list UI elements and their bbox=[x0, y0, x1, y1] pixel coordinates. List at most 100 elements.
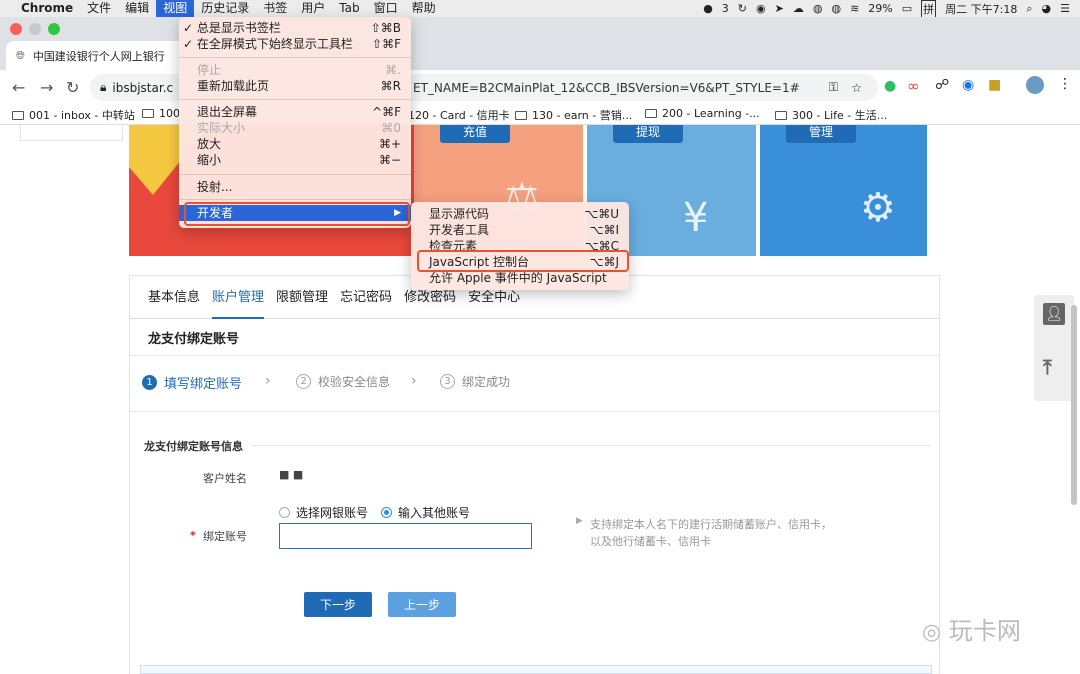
next-step-button[interactable]: 下一步 bbox=[304, 592, 372, 617]
menu-window[interactable]: 窗口 bbox=[367, 0, 405, 17]
notification-icon[interactable]: ☰ bbox=[1060, 2, 1070, 15]
radio-circle[interactable] bbox=[279, 507, 290, 518]
step-3: 3 绑定成功 bbox=[440, 373, 510, 390]
bookmark-folder-130[interactable]: 130 - earn - 营销... bbox=[515, 107, 632, 123]
url-tail: ET_NAME=B2CMainPlat_12&CCB_IBSVersion=V6… bbox=[413, 80, 800, 95]
menu-item-cast[interactable]: 投射... bbox=[179, 179, 411, 195]
back-icon[interactable]: ← bbox=[12, 78, 25, 97]
ime-indicator[interactable]: 拼 bbox=[921, 0, 937, 18]
key-icon[interactable]: ⚿ bbox=[829, 80, 838, 95]
reload-icon[interactable]: ↻ bbox=[66, 78, 79, 97]
divider bbox=[252, 445, 930, 446]
step-2-label: 校验安全信息 bbox=[318, 375, 391, 389]
watermark: ◎ 玩卡网 bbox=[922, 611, 1021, 646]
menu-help[interactable]: 帮助 bbox=[405, 0, 443, 17]
close-window-button[interactable] bbox=[10, 23, 22, 35]
menu-view[interactable]: 视图 bbox=[156, 0, 195, 17]
radio-choose-online-account[interactable]: 选择网银账号 bbox=[279, 504, 368, 521]
minimize-window-button[interactable] bbox=[29, 23, 41, 35]
menu-file[interactable]: 文件 bbox=[80, 0, 118, 17]
infinity-icon[interactable]: ∞ bbox=[907, 77, 920, 95]
account-input[interactable] bbox=[279, 523, 532, 549]
menu-item-reload[interactable]: 重新加载此页 ⌘R bbox=[179, 78, 411, 94]
tab-account-management[interactable]: 账户管理 bbox=[212, 276, 265, 319]
recharge-button[interactable]: 充值 bbox=[440, 125, 510, 143]
bookmark-folder-200[interactable]: 200 - Learning -... bbox=[645, 107, 760, 120]
menu-edit[interactable]: 编辑 bbox=[118, 0, 156, 17]
folder-icon bbox=[12, 110, 24, 120]
step-2: 2 校验安全信息 bbox=[296, 373, 390, 390]
menu-item-exit-fullscreen[interactable]: 退出全屏幕 ^⌘F bbox=[179, 104, 411, 120]
chat-icon[interactable]: ◍ bbox=[831, 2, 841, 15]
highlight-box-js-console bbox=[417, 250, 629, 272]
menu-item-developer-tools[interactable]: 开发者工具 ⌥⌘I bbox=[411, 222, 629, 238]
page-scrollbar[interactable] bbox=[1071, 305, 1077, 505]
more-menu-icon[interactable]: ⋮ bbox=[1058, 76, 1072, 92]
cloud-icon[interactable]: ☁ bbox=[793, 2, 804, 15]
back-to-top-icon[interactable]: ⤒ bbox=[1043, 355, 1052, 379]
bookmarks-bar: 001 - inbox - 中转站 100 120 - Card - 信用卡 1… bbox=[0, 103, 1080, 125]
wechat-icon[interactable]: ◍ bbox=[813, 2, 823, 15]
side-float-bar: 👤︎ ⤒ bbox=[1034, 295, 1074, 401]
step-1-number: 1 bbox=[142, 375, 157, 390]
folder-ext-icon[interactable]: ■ bbox=[988, 77, 1001, 93]
highlight-box-developer bbox=[184, 202, 410, 226]
qq-badge: 3 bbox=[721, 2, 729, 15]
bottom-panel bbox=[140, 665, 932, 674]
folder-icon bbox=[775, 110, 787, 120]
siri-icon[interactable]: ◕ bbox=[1042, 2, 1052, 15]
folder-icon bbox=[515, 110, 527, 120]
required-mark: * bbox=[190, 529, 196, 542]
tab-basic-info[interactable]: 基本信息 bbox=[148, 276, 200, 319]
profile-avatar[interactable] bbox=[1026, 76, 1044, 94]
wifi-icon[interactable]: ≋ bbox=[850, 2, 859, 15]
hint-arrow-icon: ▶ bbox=[576, 516, 583, 526]
menu-item-fullscreen-toolbar[interactable]: ✓ 在全屏模式下始终显示工具栏 ⇧⌘F bbox=[179, 36, 411, 52]
tab-limit-management[interactable]: 限额管理 bbox=[276, 276, 328, 319]
prev-step-button[interactable]: 上一步 bbox=[388, 592, 456, 617]
radio-other-account[interactable]: 输入其他账号 bbox=[381, 504, 470, 521]
bookmark-folder-100[interactable]: 100 bbox=[142, 107, 180, 120]
step-1: 1 填写绑定账号 bbox=[142, 373, 242, 392]
contact-card-icon[interactable]: 👤︎ bbox=[1043, 303, 1065, 325]
menu-item-allow-apple-events-js[interactable]: 允许 Apple 事件中的 JavaScript bbox=[411, 270, 629, 286]
step-3-label: 绑定成功 bbox=[462, 375, 511, 389]
menu-app-chrome[interactable]: Chrome bbox=[14, 0, 80, 17]
evernote-icon[interactable]: ● bbox=[884, 78, 896, 94]
browser-toolbar: ← → ↻ 🔒︎ ibsbjstar.c ET_NAME=B2CMainPlat… bbox=[0, 70, 1080, 103]
folder-icon bbox=[142, 109, 154, 118]
mac-menubar: Chrome 文件 编辑 视图 历史记录 书签 用户 Tab 窗口 帮助 ● 3… bbox=[0, 0, 1080, 18]
menu-item-zoom-in[interactable]: 放大 ⌘+ bbox=[179, 136, 411, 152]
menu-bookmarks[interactable]: 书签 bbox=[256, 0, 294, 17]
chrome-ext-icon[interactable]: ◉ bbox=[962, 77, 974, 93]
extension-icon[interactable]: ☍ bbox=[935, 77, 949, 93]
bookmark-folder-300[interactable]: 300 - Life - 生活... bbox=[775, 107, 887, 123]
radio-circle-selected[interactable] bbox=[381, 507, 392, 518]
spotlight-icon[interactable]: ⌕ bbox=[1026, 2, 1032, 16]
apple-icon[interactable] bbox=[0, 0, 14, 17]
battery-icon[interactable]: ▭ bbox=[902, 2, 912, 15]
menu-tab[interactable]: Tab bbox=[332, 0, 366, 17]
withdraw-button[interactable]: 提现 bbox=[613, 125, 683, 143]
bookmark-folder-120[interactable]: 120 - Card - 信用卡 bbox=[408, 107, 510, 123]
menu-history[interactable]: 历史记录 bbox=[194, 0, 256, 17]
menu-item-view-source[interactable]: 显示源代码 ⌥⌘U bbox=[411, 206, 629, 222]
sync-icon[interactable]: ↻ bbox=[738, 2, 747, 15]
globe-icon: 🌐︎ bbox=[16, 48, 25, 62]
vpn-icon[interactable]: ◉ bbox=[756, 2, 766, 15]
star-icon[interactable]: ☆ bbox=[851, 81, 862, 95]
send-icon[interactable]: ➤ bbox=[775, 2, 784, 15]
menu-item-zoom-out[interactable]: 缩小 ⌘− bbox=[179, 152, 411, 168]
step-2-number: 2 bbox=[296, 374, 311, 389]
forward-icon[interactable]: → bbox=[40, 78, 53, 97]
step-3-number: 3 bbox=[440, 374, 455, 389]
menu-item-show-bookmarks[interactable]: ✓ 总是显示书签栏 ⇧⌘B bbox=[179, 20, 411, 36]
zoom-window-button[interactable] bbox=[48, 23, 60, 35]
form-group-title: 龙支付绑定账号信息 bbox=[144, 440, 243, 453]
clock[interactable]: 周二 下午7:18 bbox=[945, 1, 1017, 17]
menu-people[interactable]: 用户 bbox=[294, 0, 332, 17]
qq-icon[interactable]: ● bbox=[703, 2, 713, 15]
manage-button[interactable]: 管理 bbox=[786, 125, 856, 143]
bookmark-folder-001[interactable]: 001 - inbox - 中转站 bbox=[12, 107, 135, 123]
tab-forgot-password[interactable]: 忘记密码 bbox=[340, 276, 392, 319]
